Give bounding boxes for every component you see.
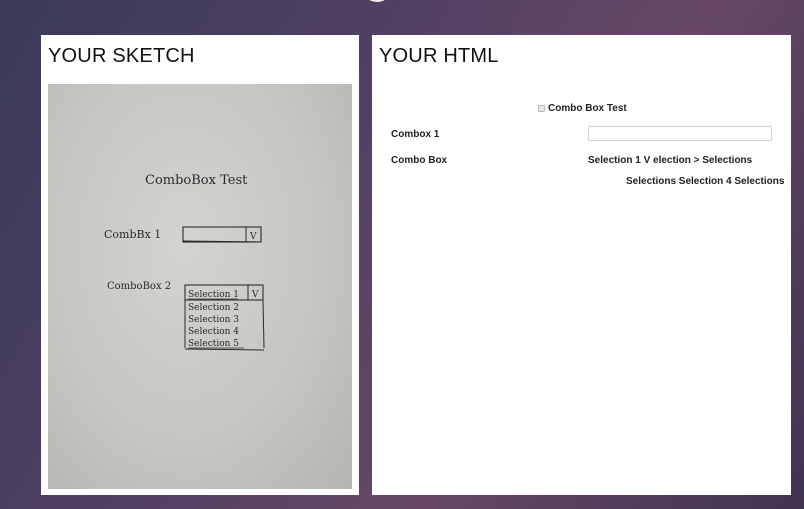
sketch-panel: YOUR SKETCH ComboBox Test CombBx 1 V Com… (41, 35, 359, 495)
sketch-dropdown-arrow-2: V (251, 290, 259, 300)
sketch-option: Selection 1 (188, 290, 239, 300)
sketch-option: Selection 3 (188, 315, 239, 325)
label-combox-1: Combox 1 (391, 129, 440, 140)
sketch-label-2: ComboBox 2 (107, 281, 171, 292)
sketch-option: Selection 5 (188, 339, 239, 349)
logo-icon (361, 0, 393, 2)
sketch-label-1: CombBx 1 (104, 228, 161, 241)
html-panel: YOUR HTML Combo Box Test Combox 1 Combo … (372, 35, 791, 495)
sketch-title: ComboBox Test (145, 173, 248, 188)
sketch-panel-title: YOUR SKETCH (48, 45, 195, 67)
label-combo-box: Combo Box (391, 155, 448, 166)
sketch-drawing: ComboBox Test CombBx 1 V ComboBox 2 V Se… (104, 173, 265, 351)
form-title-text: Combo Box Test (548, 103, 627, 114)
sketch-option: Selection 4 (188, 327, 239, 337)
sketch-dropdown-arrow-1: V (249, 232, 257, 242)
form-title: Combo Box Test (538, 103, 627, 114)
combo-box-options-line-2[interactable]: Selections Selection 4 Selections (626, 176, 784, 187)
sketch-option: Selection 2 (188, 303, 239, 313)
html-panel-title: YOUR HTML (379, 45, 499, 67)
checkbox-icon[interactable] (538, 105, 545, 112)
combo-box-options-line-1[interactable]: Selection 1 V election > Selections (588, 155, 752, 166)
combox-1-input[interactable] (588, 126, 772, 141)
sketch-photo: ComboBox Test CombBx 1 V ComboBox 2 V Se… (48, 84, 352, 489)
